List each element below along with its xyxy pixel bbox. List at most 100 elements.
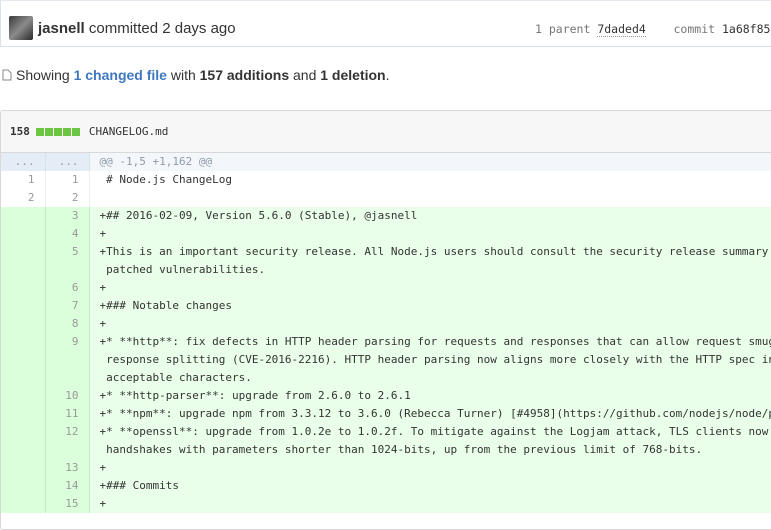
- diff-line: 11 # Node.js ChangeLog: [1, 171, 771, 189]
- additions-count: 157 additions: [199, 67, 290, 83]
- hunk-expand-old[interactable]: ...: [1, 153, 46, 171]
- old-line-number[interactable]: [1, 405, 46, 423]
- code-line: +* **http-parser**: upgrade from 2.6.0 t…: [89, 387, 771, 405]
- new-line-number[interactable]: 3: [45, 207, 90, 225]
- code-line: +## 2016-02-09, Version 5.6.0 (Stable), …: [89, 207, 771, 225]
- parent-sha-link[interactable]: 7daded4: [597, 22, 646, 37]
- diff-line: acceptable characters.: [1, 369, 771, 387]
- old-line-number[interactable]: [1, 297, 46, 315]
- diffstat-bar: [35, 127, 81, 136]
- old-line-number[interactable]: [1, 333, 46, 351]
- old-line-number[interactable]: [1, 207, 46, 225]
- hunk-text: @@ -1,5 +1,162 @@: [89, 153, 771, 171]
- old-line-number[interactable]: [1, 225, 46, 243]
- new-line-number[interactable]: 9: [45, 333, 90, 351]
- new-line-number[interactable]: 14: [45, 477, 90, 495]
- file-diff: 158 CHANGELOG.md ... ... @@ -1,5 +1,162 …: [0, 110, 771, 530]
- author-link[interactable]: jasnell: [38, 20, 85, 37]
- new-line-number[interactable]: [45, 441, 90, 459]
- old-line-number[interactable]: [1, 459, 46, 477]
- new-line-number[interactable]: 13: [45, 459, 90, 477]
- commit-author-line: jasnell committed 2 days ago: [38, 20, 236, 37]
- hunk-header: ... ... @@ -1,5 +1,162 @@: [1, 153, 771, 171]
- diff-line: 15 +: [1, 495, 771, 513]
- summary-and: and: [293, 67, 317, 83]
- code-line: +: [89, 225, 771, 243]
- old-line-number[interactable]: [1, 441, 46, 459]
- new-line-number[interactable]: 6: [45, 279, 90, 297]
- diff-line: 3 +## 2016-02-09, Version 5.6.0 (Stable),…: [1, 207, 771, 225]
- file-name-link[interactable]: CHANGELOG.md: [89, 125, 168, 138]
- code-line: response splitting (CVE-2016-2216). HTTP…: [89, 351, 771, 369]
- code-line: # Node.js ChangeLog: [99, 173, 232, 186]
- old-line-number[interactable]: [1, 351, 46, 369]
- diffstat-block: [62, 127, 71, 136]
- old-line-number[interactable]: 1: [1, 171, 46, 189]
- old-line-number[interactable]: [1, 261, 46, 279]
- old-line-number[interactable]: [1, 243, 46, 261]
- old-line-number[interactable]: [1, 315, 46, 333]
- old-line-number[interactable]: [1, 369, 46, 387]
- diffstat-block: [44, 127, 53, 136]
- old-line-number[interactable]: 2: [1, 189, 46, 207]
- old-line-number[interactable]: [1, 495, 46, 513]
- code-line: +: [89, 495, 771, 513]
- new-line-number[interactable]: 10: [45, 387, 90, 405]
- diff-line: 4 +: [1, 225, 771, 243]
- commit-meta: 1 parent 7daded4 commit 1a68f85c4e: [535, 22, 771, 37]
- code-line: +: [89, 279, 771, 297]
- summary-with: with: [170, 67, 196, 83]
- old-line-number[interactable]: [1, 387, 46, 405]
- old-line-number[interactable]: [1, 423, 46, 441]
- diff-line: 11 +* **npm**: upgrade npm from 3.3.12 to…: [1, 405, 771, 423]
- new-line-number[interactable]: [45, 369, 90, 387]
- diffstat-block: [53, 127, 62, 136]
- new-line-number[interactable]: 15: [45, 495, 90, 513]
- new-line-number[interactable]: 7: [45, 297, 90, 315]
- code-line: +### Notable changes: [89, 297, 771, 315]
- new-line-number[interactable]: 5: [45, 243, 90, 261]
- diff-line: 9 +* **http**: fix defects in HTTP header…: [1, 333, 771, 351]
- new-line-number[interactable]: 1: [45, 171, 90, 189]
- diff-line: 8 +: [1, 315, 771, 333]
- deletions-count: 1 deletion: [320, 67, 386, 83]
- new-line-number[interactable]: 11: [45, 405, 90, 423]
- new-line-number[interactable]: 8: [45, 315, 90, 333]
- diff-line: 7 +### Notable changes: [1, 297, 771, 315]
- summary-prefix: Showing: [16, 67, 70, 83]
- code-line: +* **npm**: upgrade npm from 3.3.12 to 3…: [89, 405, 771, 423]
- diff-line: 13 +: [1, 459, 771, 477]
- parent-label: 1 parent: [535, 22, 591, 36]
- diff-line: 5 +This is an important security release.…: [1, 243, 771, 261]
- diff-line: 14 +### Commits: [1, 477, 771, 495]
- commit-sha: 1a68f85c4e: [721, 22, 771, 36]
- diff-line: patched vulnerabilities.: [1, 261, 771, 279]
- hunk-expand-new[interactable]: ...: [45, 153, 90, 171]
- diffstat-block: [71, 127, 80, 136]
- code-line: acceptable characters.: [89, 369, 771, 387]
- commit-label: commit: [673, 22, 716, 36]
- old-line-number[interactable]: [1, 477, 46, 495]
- old-line-number[interactable]: [1, 279, 46, 297]
- changed-files-link[interactable]: 1 changed file: [74, 67, 167, 83]
- code-line: +: [89, 315, 771, 333]
- code-line: +### Commits: [89, 477, 771, 495]
- new-line-number[interactable]: [45, 351, 90, 369]
- avatar[interactable]: [9, 16, 33, 40]
- diffstat-block: [35, 127, 44, 136]
- new-line-number[interactable]: 12: [45, 423, 90, 441]
- diff-line: response splitting (CVE-2016-2216). HTTP…: [1, 351, 771, 369]
- new-line-number[interactable]: 2: [45, 189, 90, 207]
- diff-line: 10 +* **http-parser**: upgrade from 2.6.0…: [1, 387, 771, 405]
- commit-time: committed 2 days ago: [88, 20, 236, 37]
- diff-line: 6 +: [1, 279, 771, 297]
- file-diff-icon: [2, 69, 12, 81]
- commit-header: jasnell committed 2 days ago 1 parent 7d…: [0, 0, 771, 47]
- code-line: +This is an important security release. …: [89, 243, 771, 261]
- code-line: patched vulnerabilities.: [89, 261, 771, 279]
- diff-line: 22: [1, 189, 771, 207]
- new-line-number[interactable]: 4: [45, 225, 90, 243]
- diff-table: ... ... @@ -1,5 +1,162 @@ 11 # Node.js C…: [1, 153, 771, 513]
- new-line-number[interactable]: [45, 261, 90, 279]
- diff-summary: Showing 1 changed file with 157 addition…: [0, 67, 390, 83]
